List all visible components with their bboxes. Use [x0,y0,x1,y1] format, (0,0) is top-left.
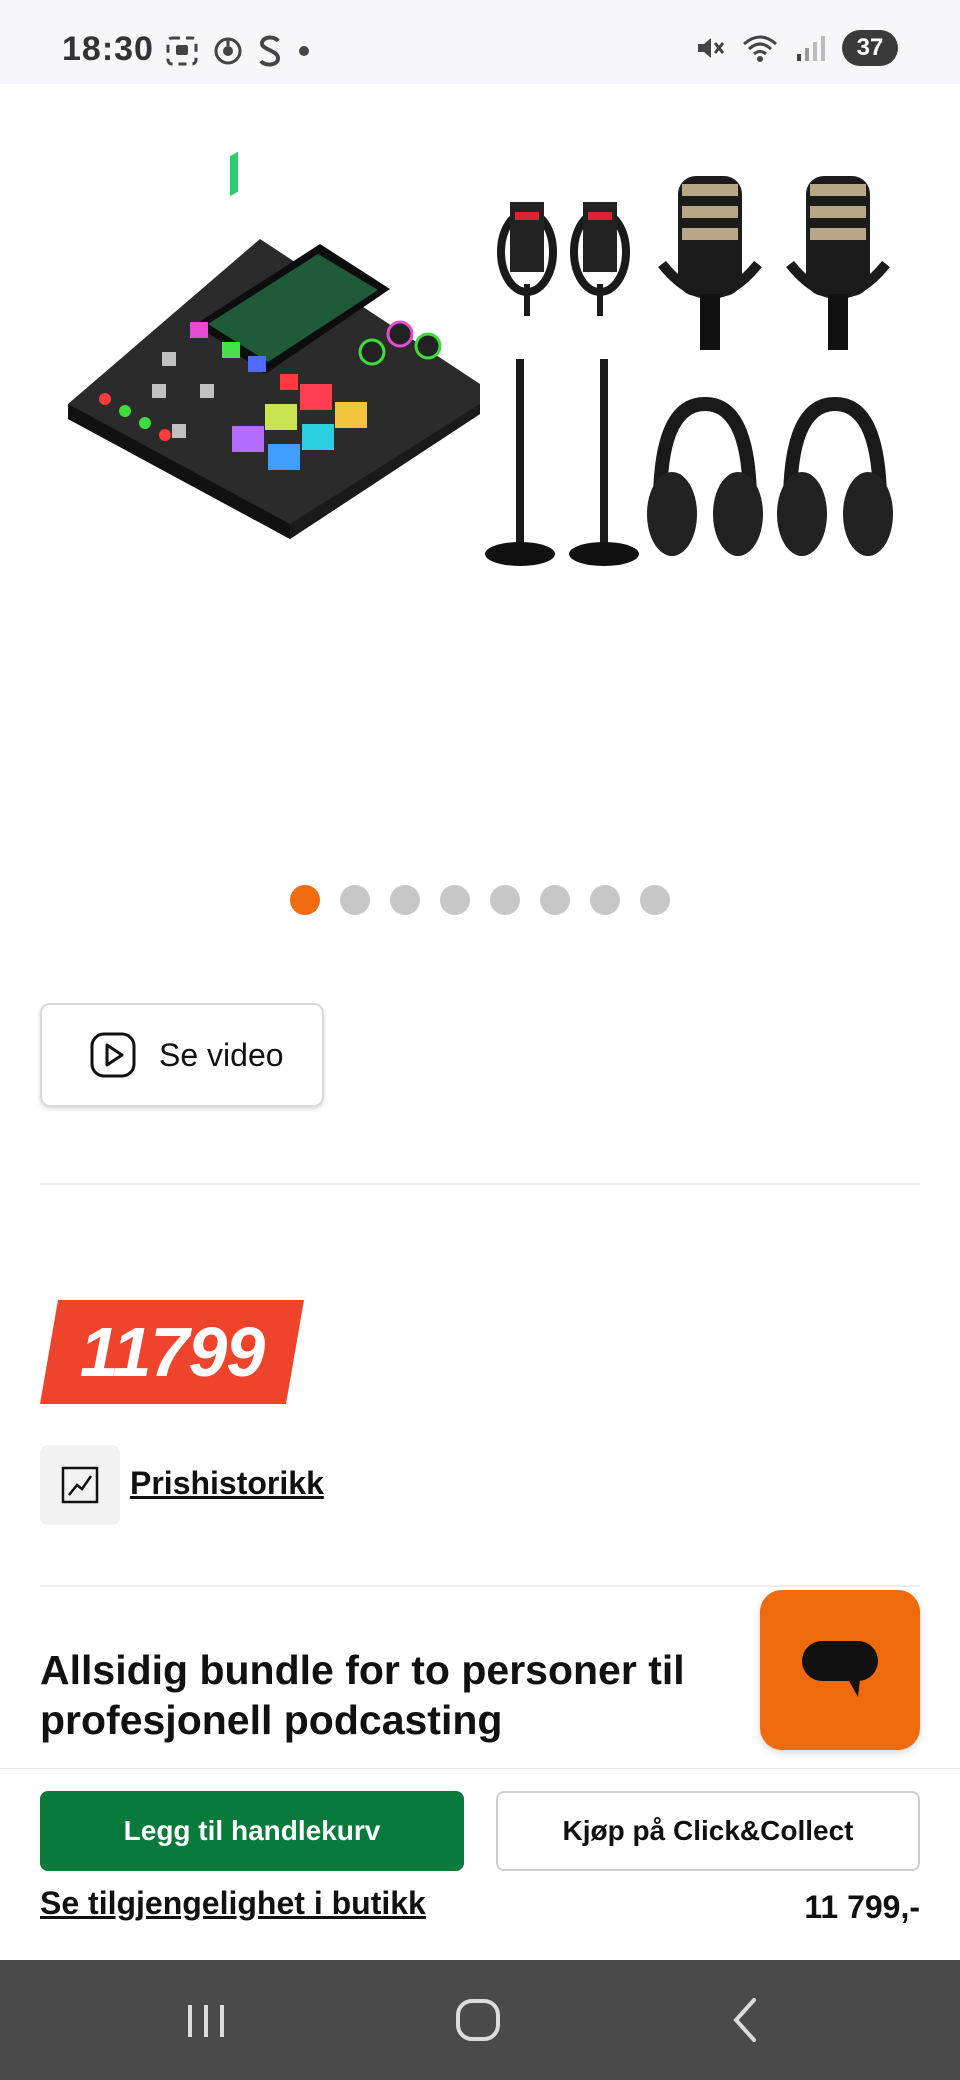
status-left-icons [165,34,311,68]
add-to-cart-button[interactable]: Legg til handlekurv [40,1791,464,1871]
s-app-icon [259,35,280,67]
price-tag: 11799 [40,1300,304,1404]
carousel-dot[interactable] [440,885,470,915]
recents-icon[interactable] [184,1990,228,2050]
carousel-dot[interactable] [590,885,620,915]
headphones-image [647,396,763,556]
carousel-dot[interactable] [290,885,320,915]
chrome-icon [214,37,242,65]
price-history-icon-box[interactable] [40,1445,120,1525]
see-video-button[interactable]: Se video [40,1003,324,1107]
click-and-collect-button[interactable]: Kjøp på Click&Collect [496,1791,920,1871]
mixer-image [68,151,480,539]
product-image-gallery[interactable] [0,84,960,864]
status-time: 18:30 [62,30,154,68]
price-tag-value: 11799 [79,1313,265,1391]
chat-button[interactable] [760,1590,920,1750]
carousel-dot[interactable] [490,885,520,915]
divider [40,1183,920,1185]
status-right-icons: 37 [694,30,898,66]
price-history-link[interactable]: Prishistorikk [130,1465,324,1502]
product-title: Allsidig bundle for to personer til prof… [40,1647,685,1743]
see-video-label: Se video [159,1036,284,1073]
product-image [68,151,893,566]
store-availability-link[interactable]: Se tilgjengelighet i butikk [40,1885,426,1922]
signal-icon [797,36,825,61]
microphone-image [786,176,890,350]
bottom-price: 11 799,- [804,1889,920,1925]
carousel-dot[interactable] [540,885,570,915]
carousel-indicator [0,885,960,915]
mic-stand-image [569,359,639,566]
bottom-action-bar: Legg til handlekurv Kjøp på Click&Collec… [0,1768,960,1961]
mute-icon [698,38,725,58]
microphone-image [658,176,762,350]
divider [40,1585,920,1587]
cable-image [570,202,630,316]
notification-dot-icon [299,46,309,56]
screenshot-icon [166,36,198,66]
carousel-dot[interactable] [390,885,420,915]
back-icon[interactable] [726,1990,766,2050]
headphones-image [777,396,893,556]
home-icon[interactable] [450,1990,510,2050]
status-bar: 18:30 37 [0,0,960,84]
carousel-dot[interactable] [640,885,670,915]
carousel-dot[interactable] [340,885,370,915]
cable-image [497,202,557,316]
battery-indicator: 37 [842,30,898,66]
chat-bubble-icon [802,1641,878,1697]
play-icon [90,1032,136,1078]
wifi-icon [743,35,777,62]
system-navigation-bar [0,1960,960,2080]
chart-icon [61,1466,99,1504]
mic-stand-image [485,359,555,566]
